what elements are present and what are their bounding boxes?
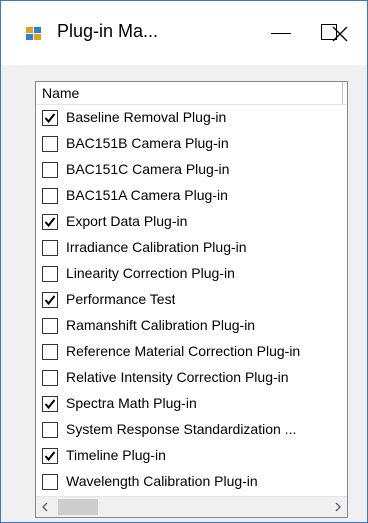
list-item-label: BAC151B Camera Plug-in [66,135,229,151]
app-icon [25,25,43,41]
list-item[interactable]: Linearity Correction Plug-in [36,262,347,288]
list-item[interactable]: Performance Test [36,288,347,314]
list-item[interactable]: Export Data Plug-in [36,210,347,236]
minimize-button[interactable] [271,1,321,65]
checkbox[interactable] [42,474,58,490]
list-item[interactable]: Relative Intensity Correction Plug-in [36,366,347,392]
list-header: Name [36,82,347,105]
list-item[interactable]: Wavelength Calibration Plug-in [36,470,347,496]
checkbox[interactable] [42,162,58,178]
list-item-label: BAC151A Camera Plug-in [66,187,228,203]
scroll-left-icon[interactable] [38,500,52,514]
list-item-label: System Response Standardization ... [66,421,297,437]
scroll-right-icon[interactable] [331,500,345,514]
list-item[interactable]: Irradiance Calibration Plug-in [36,236,347,262]
header-divider[interactable] [342,82,343,104]
title-bar[interactable]: Plug-in Ma... [1,1,367,65]
checkbox[interactable] [42,240,58,256]
list-item-label: Linearity Correction Plug-in [66,265,235,281]
list-item[interactable]: Ramanshift Calibration Plug-in [36,314,347,340]
checkbox[interactable] [42,448,58,464]
list-item[interactable]: Baseline Removal Plug-in [36,106,347,132]
checkbox[interactable] [42,370,58,386]
list-item[interactable]: Timeline Plug-in [36,444,347,470]
scroll-thumb[interactable] [58,499,98,515]
checkbox[interactable] [42,422,58,438]
list-item-label: Timeline Plug-in [66,447,166,463]
list-item[interactable]: Spectra Math Plug-in [36,392,347,418]
horizontal-scrollbar[interactable] [36,496,347,517]
checkbox[interactable] [42,344,58,360]
checkbox[interactable] [42,396,58,412]
list-item-label: Baseline Removal Plug-in [66,109,227,125]
window-title: Plug-in Ma... [57,21,159,41]
list-item-label: Relative Intensity Correction Plug-in [66,369,289,385]
plugin-list[interactable]: Name Baseline Removal Plug-in BAC151B Ca… [35,81,348,518]
checkbox[interactable] [42,292,58,308]
checkbox[interactable] [42,318,58,334]
checkbox[interactable] [42,110,58,126]
list-item-label: Performance Test [66,291,176,307]
checkbox[interactable] [42,136,58,152]
list-item-label: Irradiance Calibration Plug-in [66,239,247,255]
checkbox[interactable] [42,214,58,230]
list-item[interactable]: System Response Standardization ... [36,418,347,444]
column-header-name[interactable]: Name [42,85,79,101]
list-item-label: Wavelength Calibration Plug-in [66,473,258,489]
minimize-icon [271,33,291,34]
list-item-label: Ramanshift Calibration Plug-in [66,317,256,333]
checkbox[interactable] [42,266,58,282]
list-item-label: Export Data Plug-in [66,213,188,229]
plugin-rows: Baseline Removal Plug-in BAC151B Camera … [36,106,347,496]
list-item[interactable]: BAC151C Camera Plug-in [36,158,347,184]
list-item[interactable]: Reference Material Correction Plug-in [36,340,347,366]
checkbox[interactable] [42,188,58,204]
list-item-label: BAC151C Camera Plug-in [66,161,230,177]
plugin-manager-window: Plug-in Ma... Name Baseline Removal Plug… [0,0,368,523]
list-item-label: Reference Material Correction Plug-in [66,343,301,359]
list-item[interactable]: BAC151B Camera Plug-in [36,132,347,158]
list-item-label: Spectra Math Plug-in [66,395,197,411]
list-item[interactable]: BAC151A Camera Plug-in [36,184,347,210]
close-icon[interactable] [331,25,349,43]
